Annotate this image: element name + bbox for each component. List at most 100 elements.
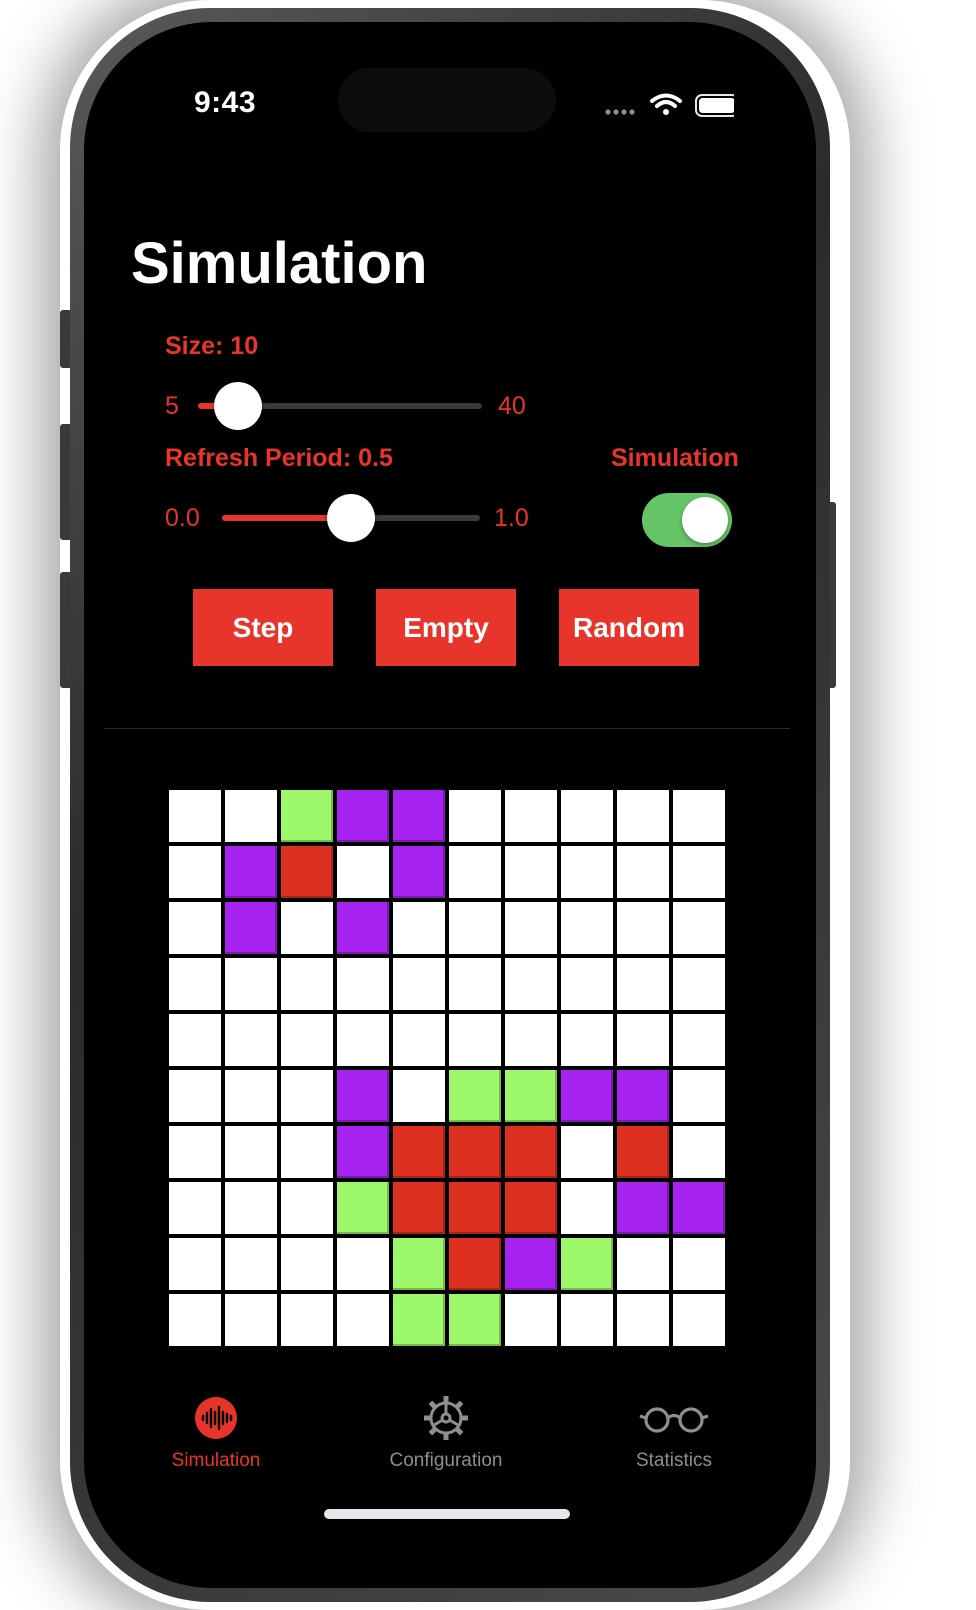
grid-cell-purple[interactable] bbox=[337, 1070, 389, 1122]
grid-cell-empty[interactable] bbox=[561, 902, 613, 954]
grid-cell-green[interactable] bbox=[337, 1182, 389, 1234]
grid-cell-green[interactable] bbox=[449, 1070, 501, 1122]
grid-cell-empty[interactable] bbox=[561, 958, 613, 1010]
grid-cell-empty[interactable] bbox=[617, 1294, 669, 1346]
grid-cell-empty[interactable] bbox=[393, 1014, 445, 1066]
grid-cell-purple[interactable] bbox=[617, 1182, 669, 1234]
grid-cell-empty[interactable] bbox=[169, 846, 221, 898]
grid-cell-empty[interactable] bbox=[449, 846, 501, 898]
grid-cell-red[interactable] bbox=[505, 1126, 557, 1178]
grid-cell-empty[interactable] bbox=[169, 1070, 221, 1122]
grid-cell-empty[interactable] bbox=[225, 1182, 277, 1234]
grid-cell-empty[interactable] bbox=[505, 958, 557, 1010]
grid-cell-empty[interactable] bbox=[169, 902, 221, 954]
grid-cell-empty[interactable] bbox=[673, 902, 725, 954]
grid-cell-red[interactable] bbox=[393, 1182, 445, 1234]
grid-cell-empty[interactable] bbox=[281, 1014, 333, 1066]
grid-cell-empty[interactable] bbox=[225, 790, 277, 842]
grid-cell-empty[interactable] bbox=[225, 1070, 277, 1122]
grid-cell-empty[interactable] bbox=[561, 790, 613, 842]
grid-cell-empty[interactable] bbox=[337, 1294, 389, 1346]
grid-cell-empty[interactable] bbox=[673, 1014, 725, 1066]
grid-cell-empty[interactable] bbox=[561, 1126, 613, 1178]
grid-cell-empty[interactable] bbox=[393, 902, 445, 954]
grid-cell-empty[interactable] bbox=[673, 846, 725, 898]
grid-cell-green[interactable] bbox=[561, 1238, 613, 1290]
grid-cell-empty[interactable] bbox=[617, 1014, 669, 1066]
grid-cell-empty[interactable] bbox=[617, 846, 669, 898]
grid-cell-empty[interactable] bbox=[617, 1238, 669, 1290]
grid-cell-purple[interactable] bbox=[505, 1238, 557, 1290]
size-slider-thumb[interactable] bbox=[213, 382, 262, 430]
grid-cell-red[interactable] bbox=[449, 1182, 501, 1234]
tab-configuration[interactable]: Configuration bbox=[366, 1392, 526, 1472]
simulation-grid[interactable] bbox=[167, 788, 727, 1348]
step-button[interactable]: Step bbox=[193, 589, 333, 666]
grid-cell-empty[interactable] bbox=[505, 902, 557, 954]
grid-cell-empty[interactable] bbox=[393, 958, 445, 1010]
grid-cell-red[interactable] bbox=[449, 1126, 501, 1178]
grid-cell-empty[interactable] bbox=[169, 1182, 221, 1234]
empty-button[interactable]: Empty bbox=[376, 589, 516, 666]
grid-cell-empty[interactable] bbox=[561, 1294, 613, 1346]
grid-cell-empty[interactable] bbox=[449, 958, 501, 1010]
grid-cell-empty[interactable] bbox=[449, 1014, 501, 1066]
grid-cell-empty[interactable] bbox=[673, 1070, 725, 1122]
grid-cell-red[interactable] bbox=[505, 1182, 557, 1234]
grid-cell-empty[interactable] bbox=[337, 958, 389, 1010]
grid-cell-empty[interactable] bbox=[393, 1070, 445, 1122]
grid-cell-empty[interactable] bbox=[281, 1238, 333, 1290]
home-indicator[interactable] bbox=[324, 1509, 570, 1519]
grid-cell-empty[interactable] bbox=[449, 902, 501, 954]
grid-cell-purple[interactable] bbox=[225, 846, 277, 898]
grid-cell-empty[interactable] bbox=[505, 846, 557, 898]
grid-cell-purple[interactable] bbox=[561, 1070, 613, 1122]
grid-cell-empty[interactable] bbox=[169, 790, 221, 842]
grid-cell-empty[interactable] bbox=[673, 1238, 725, 1290]
simulation-toggle[interactable] bbox=[642, 493, 732, 547]
grid-cell-empty[interactable] bbox=[169, 1126, 221, 1178]
grid-cell-empty[interactable] bbox=[169, 1238, 221, 1290]
grid-cell-empty[interactable] bbox=[505, 1294, 557, 1346]
grid-cell-empty[interactable] bbox=[281, 958, 333, 1010]
refresh-slider-thumb[interactable] bbox=[327, 494, 375, 542]
grid-cell-empty[interactable] bbox=[617, 958, 669, 1010]
grid-cell-empty[interactable] bbox=[505, 1014, 557, 1066]
grid-cell-empty[interactable] bbox=[169, 958, 221, 1010]
grid-cell-green[interactable] bbox=[449, 1294, 501, 1346]
grid-cell-empty[interactable] bbox=[281, 1294, 333, 1346]
grid-cell-empty[interactable] bbox=[561, 846, 613, 898]
grid-cell-empty[interactable] bbox=[225, 1294, 277, 1346]
random-button[interactable]: Random bbox=[559, 589, 699, 666]
grid-cell-empty[interactable] bbox=[169, 1014, 221, 1066]
grid-cell-empty[interactable] bbox=[617, 902, 669, 954]
grid-cell-green[interactable] bbox=[281, 790, 333, 842]
grid-cell-empty[interactable] bbox=[337, 1014, 389, 1066]
grid-cell-empty[interactable] bbox=[281, 1070, 333, 1122]
grid-cell-empty[interactable] bbox=[561, 1182, 613, 1234]
grid-cell-green[interactable] bbox=[505, 1070, 557, 1122]
grid-cell-red[interactable] bbox=[449, 1238, 501, 1290]
grid-cell-empty[interactable] bbox=[281, 902, 333, 954]
grid-cell-empty[interactable] bbox=[225, 1126, 277, 1178]
grid-cell-purple[interactable] bbox=[337, 902, 389, 954]
grid-cell-empty[interactable] bbox=[673, 790, 725, 842]
grid-cell-purple[interactable] bbox=[617, 1070, 669, 1122]
grid-cell-empty[interactable] bbox=[673, 1126, 725, 1178]
grid-cell-purple[interactable] bbox=[673, 1182, 725, 1234]
grid-cell-red[interactable] bbox=[281, 846, 333, 898]
grid-cell-empty[interactable] bbox=[225, 958, 277, 1010]
grid-cell-empty[interactable] bbox=[281, 1126, 333, 1178]
tab-statistics[interactable]: Statistics bbox=[594, 1392, 754, 1472]
grid-cell-empty[interactable] bbox=[449, 790, 501, 842]
grid-cell-purple[interactable] bbox=[337, 790, 389, 842]
grid-cell-green[interactable] bbox=[393, 1294, 445, 1346]
grid-cell-purple[interactable] bbox=[225, 902, 277, 954]
grid-cell-empty[interactable] bbox=[281, 1182, 333, 1234]
grid-cell-empty[interactable] bbox=[225, 1238, 277, 1290]
tab-simulation[interactable]: Simulation bbox=[136, 1392, 296, 1472]
grid-cell-empty[interactable] bbox=[337, 846, 389, 898]
grid-cell-red[interactable] bbox=[393, 1126, 445, 1178]
grid-cell-empty[interactable] bbox=[673, 1294, 725, 1346]
grid-cell-empty[interactable] bbox=[169, 1294, 221, 1346]
